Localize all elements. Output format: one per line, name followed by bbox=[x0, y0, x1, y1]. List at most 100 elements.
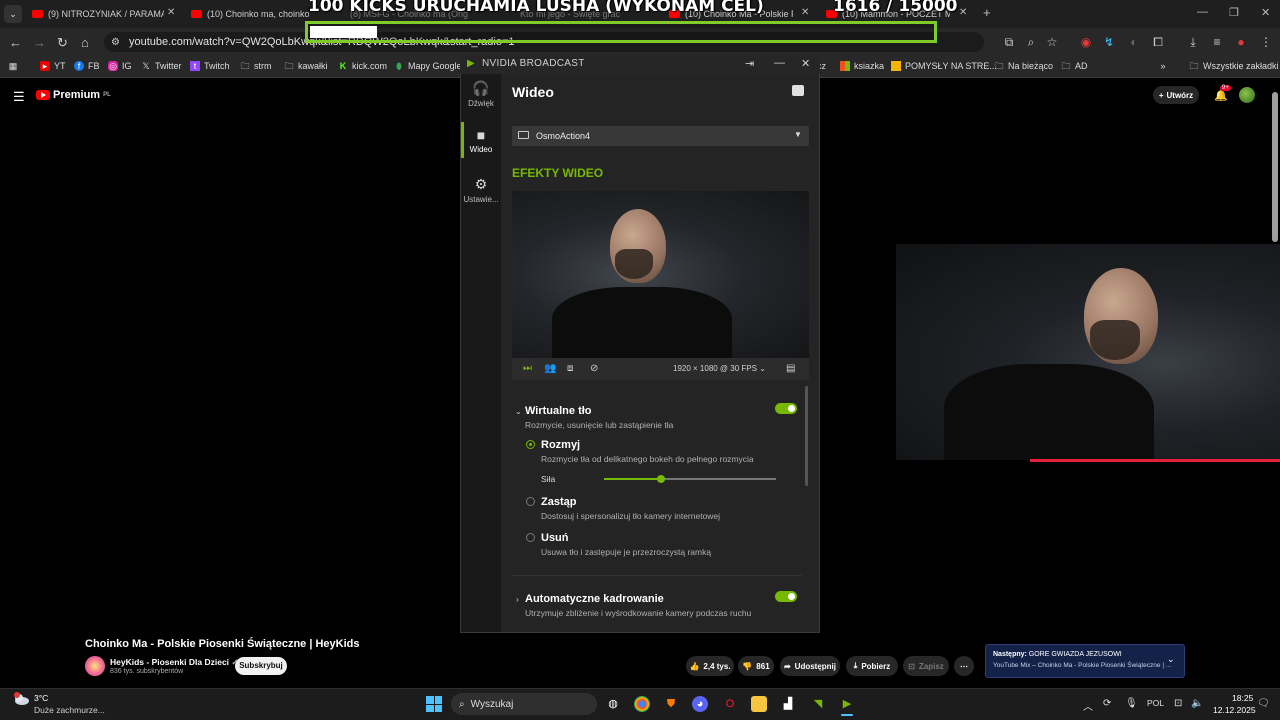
microphone-icon[interactable]: 🎙 bbox=[1125, 698, 1138, 709]
bookmark-star-icon[interactable]: ☆ bbox=[1045, 35, 1059, 49]
feedback-icon[interactable] bbox=[792, 85, 804, 96]
gpu-icon[interactable]: ▤ bbox=[786, 363, 795, 374]
bookmark-yt[interactable]: ▸ YT bbox=[40, 61, 66, 71]
bookmark-fb[interactable]: f FB bbox=[74, 61, 100, 71]
notification-center-icon[interactable]: 🗨 bbox=[1257, 698, 1270, 709]
minimize-icon[interactable]: — bbox=[774, 57, 785, 69]
panel-scrollbar[interactable] bbox=[805, 386, 808, 486]
media-control-icon[interactable]: ≡ bbox=[1210, 35, 1224, 49]
more-bookmarks-icon[interactable]: » bbox=[1158, 61, 1168, 71]
profile-icon[interactable]: ● bbox=[1234, 35, 1248, 49]
bookmark-folder-strm[interactable]: 🗀 strm bbox=[240, 61, 271, 71]
sidebar-item-settings[interactable]: ⚙ Ustawie... bbox=[461, 176, 501, 204]
browser-tab[interactable]: (10) Choinko ma, choinko ma bbox=[191, 4, 309, 24]
signin-icon[interactable]: ⇥ bbox=[745, 57, 754, 70]
copilot-icon[interactable]: ◍ bbox=[605, 696, 621, 712]
share-button[interactable]: ➦ Udostępnij bbox=[780, 656, 840, 676]
bookmark-twitch[interactable]: t Twitch bbox=[190, 61, 230, 71]
virtual-background-toggle[interactable] bbox=[775, 403, 797, 414]
opera-icon[interactable]: O bbox=[722, 696, 738, 712]
channel-name[interactable]: HeyKids - Piosenki Dla Dzieci ✓ bbox=[110, 657, 239, 668]
download-button[interactable]: ⤓ Pobierz bbox=[846, 656, 898, 676]
sidebar-item-video[interactable]: ■ Wideo bbox=[461, 127, 501, 154]
new-tab-button[interactable]: + bbox=[983, 5, 991, 20]
auto-frame-toggle[interactable] bbox=[775, 591, 797, 602]
avatar[interactable] bbox=[1239, 87, 1255, 103]
reload-icon[interactable]: ↻ bbox=[57, 35, 68, 51]
chevron-right-icon[interactable]: › bbox=[516, 595, 519, 604]
bookmark-folder-na-biezaco[interactable]: 🗀 Na bieżąco bbox=[994, 61, 1053, 71]
close-icon[interactable]: ✕ bbox=[959, 7, 967, 18]
clock-date[interactable]: 12.12.2025 bbox=[1213, 705, 1256, 715]
clock-time[interactable]: 18:25 bbox=[1232, 693, 1253, 703]
sync-icon[interactable]: ⟳ bbox=[1103, 698, 1111, 709]
person-icon[interactable]: 👥 bbox=[544, 363, 556, 374]
extensions-puzzle-icon[interactable]: ⧠ bbox=[1151, 35, 1165, 49]
save-button[interactable]: ⊡ Zapisz bbox=[903, 656, 949, 676]
channel-avatar[interactable] bbox=[85, 656, 105, 676]
bookmark-ksiazka[interactable]: ksiazka bbox=[840, 61, 884, 71]
forward-icon[interactable]: → bbox=[33, 35, 46, 50]
maximize-icon[interactable]: ❐ bbox=[1229, 6, 1239, 19]
close-icon[interactable]: ✕ bbox=[801, 7, 809, 18]
browser-tab[interactable]: (9) NITROZYNIAK / PARAMAXIL bbox=[32, 4, 164, 24]
camera-settings-icon[interactable]: ⧈ bbox=[567, 363, 573, 374]
bookmark-pomysly[interactable]: POMYSŁY NA STRE... bbox=[891, 61, 997, 71]
download-icon[interactable]: ⤓ bbox=[1186, 35, 1200, 49]
back-icon[interactable]: ← bbox=[9, 35, 22, 50]
next-video-card[interactable] bbox=[985, 644, 1185, 678]
weather-cloud-icon[interactable] bbox=[12, 692, 30, 706]
video-progress-bar[interactable] bbox=[1030, 459, 1280, 462]
radio-blur[interactable] bbox=[526, 440, 535, 449]
create-button[interactable]: + Utwórz bbox=[1153, 86, 1199, 104]
bookmark-folder-ad[interactable]: 🗀 AD bbox=[1061, 61, 1087, 71]
tray-overflow-icon[interactable]: ︿ bbox=[1083, 698, 1093, 713]
strength-slider-handle[interactable] bbox=[657, 475, 665, 483]
bookmark-kick[interactable]: Kkick.com bbox=[338, 61, 387, 71]
close-window-icon[interactable]: ✕ bbox=[1261, 6, 1270, 19]
apps-grid-icon[interactable]: ▦ bbox=[8, 61, 18, 71]
brave-icon[interactable]: ⛊ bbox=[663, 696, 679, 712]
tab-search-button[interactable]: ⌄ bbox=[4, 5, 22, 23]
start-button[interactable] bbox=[426, 696, 442, 712]
taskbar-search[interactable]: ⌕ Wyszukaj bbox=[451, 693, 597, 715]
bookmark-ig[interactable]: ◎ IG bbox=[108, 61, 132, 71]
zoom-icon[interactable]: ⌕ bbox=[1024, 35, 1038, 49]
bookmark-maps[interactable]: ⬮ Mapy Google bbox=[394, 61, 461, 71]
nvidia-icon[interactable]: ◥ bbox=[810, 696, 826, 712]
radio-remove[interactable] bbox=[526, 533, 535, 542]
chevron-down-icon[interactable]: ⌄ bbox=[1167, 654, 1175, 665]
language-indicator[interactable]: POL bbox=[1147, 698, 1164, 708]
volume-icon[interactable]: 🔈 bbox=[1191, 698, 1203, 709]
bookmark-folder-kawalki[interactable]: 🗀 kawałki bbox=[284, 61, 327, 71]
resolution-select[interactable]: 1920 × 1080 @ 30 FPS ⌄ bbox=[673, 364, 766, 373]
extension-icon[interactable]: ↯ bbox=[1102, 35, 1116, 49]
close-icon[interactable]: ✕ bbox=[801, 57, 810, 70]
network-icon[interactable]: ⊡ bbox=[1174, 698, 1182, 709]
subscribe-button[interactable]: Subskrybuj bbox=[235, 657, 287, 675]
browser-menu-icon[interactable]: ⋮ bbox=[1259, 35, 1273, 49]
hide-preview-icon[interactable]: ⊘ bbox=[590, 363, 598, 374]
capcut-icon[interactable]: ▟ bbox=[780, 696, 796, 712]
all-bookmarks[interactable]: 🗀 Wszystkie zakładki bbox=[1189, 61, 1278, 71]
install-app-icon[interactable]: ⧉ bbox=[1002, 35, 1016, 49]
chrome-icon[interactable] bbox=[634, 696, 650, 712]
page-scrollbar[interactable] bbox=[1272, 92, 1278, 242]
discord-icon[interactable]: ◕ bbox=[692, 696, 708, 712]
bookmark-twitter[interactable]: 𝕏 Twitter bbox=[141, 61, 181, 71]
site-info-icon[interactable]: ⚙ bbox=[111, 37, 120, 48]
file-explorer-icon[interactable] bbox=[751, 696, 767, 712]
like-button[interactable]: 👍 2,4 tys. bbox=[686, 656, 734, 676]
hamburger-menu-icon[interactable]: ☰ bbox=[13, 89, 25, 105]
more-actions-button[interactable]: ⋯ bbox=[954, 656, 974, 676]
close-icon[interactable]: ✕ bbox=[167, 7, 175, 18]
effect-toggle-icon[interactable]: ⏭ bbox=[523, 363, 532, 374]
youtube-premium-logo[interactable]: Premium PL bbox=[36, 89, 111, 101]
extension-icon[interactable]: ◐ bbox=[1127, 35, 1141, 49]
record-extension-icon[interactable]: ◉ bbox=[1079, 35, 1093, 49]
radio-replace[interactable] bbox=[526, 497, 535, 506]
dislike-button[interactable]: 👎 861 bbox=[738, 656, 774, 676]
nvidia-broadcast-taskbar-icon[interactable]: ▶ bbox=[839, 696, 855, 712]
camera-device-select[interactable]: OsmoAction4 bbox=[512, 126, 809, 146]
minimize-icon[interactable]: — bbox=[1197, 6, 1208, 18]
